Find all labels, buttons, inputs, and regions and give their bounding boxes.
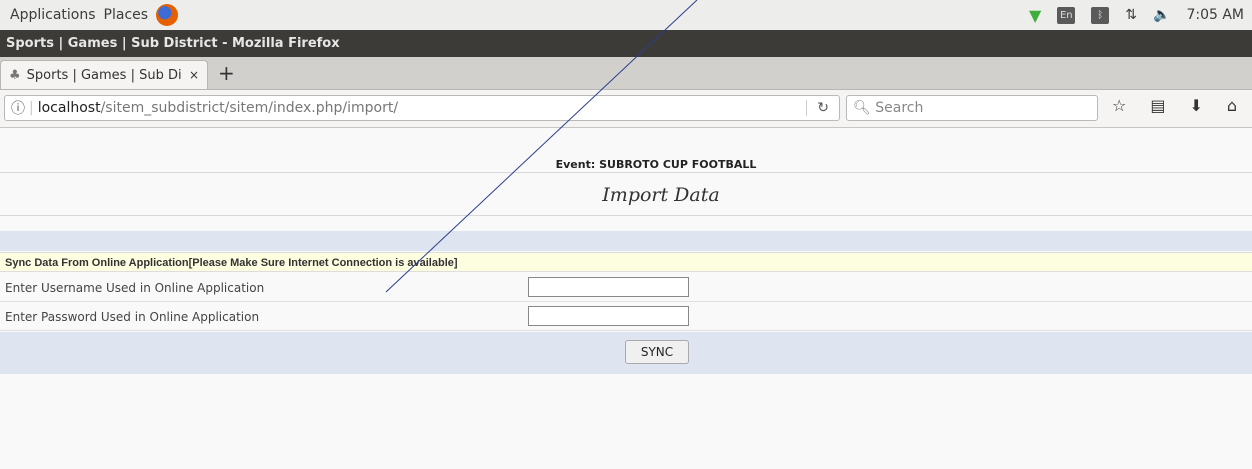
username-label: Enter Username Used in Online Applicatio…: [5, 281, 265, 295]
site-favicon-icon: ♣: [9, 67, 21, 83]
window-title: Sports | Games | Sub District - Mozilla …: [0, 30, 1252, 57]
home-icon[interactable]: ⌂: [1227, 96, 1237, 115]
password-label: Enter Password Used in Online Applicatio…: [5, 310, 260, 324]
wifi-icon[interactable]: ▼: [1029, 6, 1041, 25]
firefox-icon[interactable]: [156, 4, 179, 26]
page-content: Event: SUBROTO CUP FOOTBALL Import Data …: [0, 128, 1252, 469]
volume-icon[interactable]: 🔈: [1153, 7, 1170, 23]
sync-notice: Sync Data From Online Application[Please…: [0, 252, 1252, 272]
navigation-toolbar: ⓘ | localhost/sitem_subdistrict/sitem/in…: [0, 90, 1252, 128]
search-icon: 🔍︎: [853, 100, 876, 116]
password-field[interactable]: [528, 306, 689, 326]
page-title: Import Data: [602, 184, 720, 206]
toolbar-icons: ☆ ▤ ⬇ ⌂: [1112, 96, 1237, 115]
url-bar[interactable]: ⓘ | localhost/sitem_subdistrict/sitem/in…: [4, 95, 840, 121]
site-info-icon[interactable]: ⓘ: [11, 98, 25, 118]
url-path: /sitem_subdistrict/sitem/index.php/impor…: [100, 100, 399, 116]
button-row: SYNC: [0, 332, 1252, 374]
url-separator: |: [29, 100, 34, 116]
divider: [0, 172, 1252, 173]
applications-menu[interactable]: Applications: [10, 7, 96, 23]
tab-label: Sports | Games | Sub Di: [26, 67, 182, 83]
username-row: Enter Username Used in Online Applicatio…: [0, 274, 1252, 302]
reload-icon[interactable]: ↻: [806, 100, 839, 116]
system-tray: ▼ En ᛒ ⇅ 🔈 7:05 AM: [1029, 0, 1244, 30]
section-band: [0, 231, 1252, 251]
tab-sports-games[interactable]: ♣ Sports | Games | Sub Di ×: [0, 60, 208, 89]
tab-strip: ♣ Sports | Games | Sub Di × +: [0, 57, 1252, 90]
system-top-panel: Applications Places ▼ En ᛒ ⇅ 🔈 7:05 AM: [0, 0, 1252, 30]
divider: [0, 215, 1252, 216]
search-input[interactable]: 🔍︎ Search: [846, 95, 1098, 121]
event-title: Event: SUBROTO CUP FOOTBALL: [555, 158, 757, 171]
search-placeholder: Search: [875, 100, 924, 116]
places-menu[interactable]: Places: [104, 7, 149, 23]
bookmark-star-icon[interactable]: ☆: [1112, 96, 1126, 115]
username-field[interactable]: [528, 277, 689, 297]
url-host: localhost: [37, 100, 101, 116]
reading-list-icon[interactable]: ▤: [1150, 96, 1165, 115]
new-tab-button[interactable]: +: [218, 61, 235, 85]
close-tab-icon[interactable]: ×: [189, 68, 199, 82]
downloads-icon[interactable]: ⬇: [1189, 96, 1202, 115]
password-row: Enter Password Used in Online Applicatio…: [0, 303, 1252, 331]
sync-button[interactable]: SYNC: [625, 340, 689, 364]
clock[interactable]: 7:05 AM: [1186, 7, 1244, 23]
bluetooth-icon[interactable]: ᛒ: [1091, 6, 1110, 24]
network-transfer-icon[interactable]: ⇅: [1125, 7, 1137, 23]
keyboard-layout-indicator[interactable]: En: [1057, 6, 1076, 24]
